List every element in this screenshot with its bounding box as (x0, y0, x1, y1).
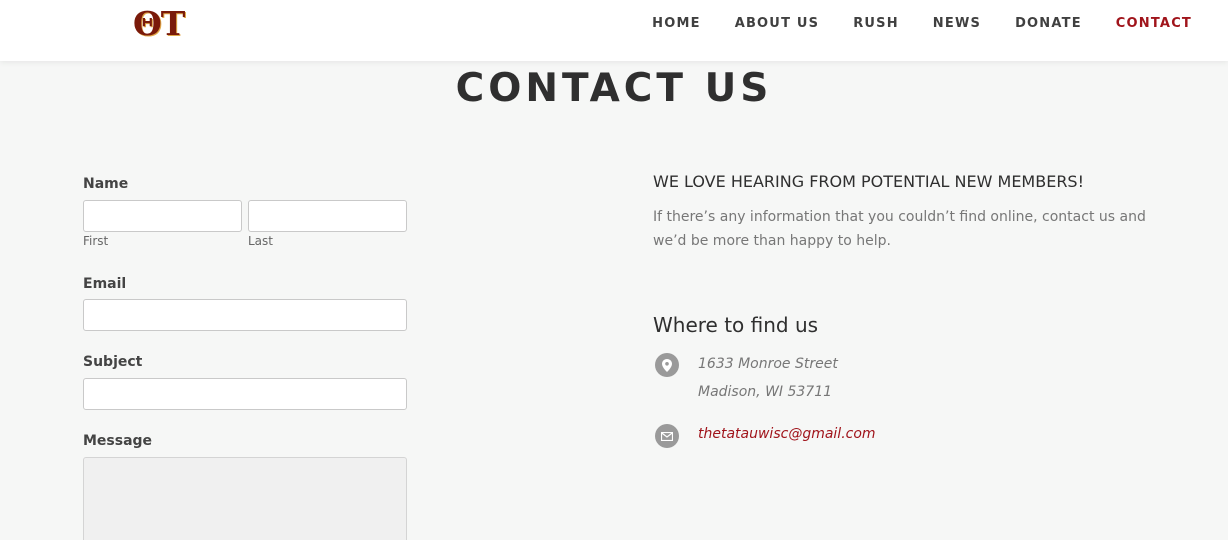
nav-home[interactable]: HOME (652, 16, 701, 32)
nav-contact[interactable]: CONTACT (1116, 16, 1192, 32)
email-link[interactable]: thetatauwisc@gmail.com (698, 426, 876, 442)
page-title: CONTACT US (455, 66, 773, 111)
info-heading: WE LOVE HEARING FROM POTENTIAL NEW MEMBE… (653, 172, 1084, 191)
site-header: ΘΤ HOME ABOUT US RUSH NEWS DONATE CONTAC… (0, 0, 1228, 61)
map-marker-icon (655, 353, 679, 377)
message-textarea[interactable] (83, 457, 407, 540)
subject-field[interactable] (83, 378, 407, 410)
site-logo[interactable]: ΘΤ (133, 5, 185, 43)
subject-label: Subject (83, 354, 143, 370)
main-nav: HOME ABOUT US RUSH NEWS DONATE CONTACT (618, 16, 1192, 32)
info-text: If there’s any information that you coul… (653, 209, 1146, 249)
where-heading: Where to find us (653, 313, 819, 337)
name-label: Name (83, 176, 129, 192)
last-name-input[interactable] (248, 200, 407, 232)
address-line-1: 1633 Monroe Street (698, 356, 838, 372)
nav-news[interactable]: NEWS (933, 16, 981, 32)
nav-about-us[interactable]: ABOUT US (735, 16, 820, 32)
email-label: Email (83, 276, 127, 292)
nav-rush[interactable]: RUSH (853, 16, 899, 32)
envelope-icon (655, 424, 679, 448)
address-line-2: Madison, WI 53711 (698, 384, 833, 400)
nav-donate[interactable]: DONATE (1015, 16, 1082, 32)
email-field[interactable] (83, 299, 407, 331)
first-name-input[interactable] (83, 200, 242, 232)
first-sublabel: First (83, 234, 109, 248)
last-sublabel: Last (248, 234, 273, 248)
message-label: Message (83, 433, 153, 449)
